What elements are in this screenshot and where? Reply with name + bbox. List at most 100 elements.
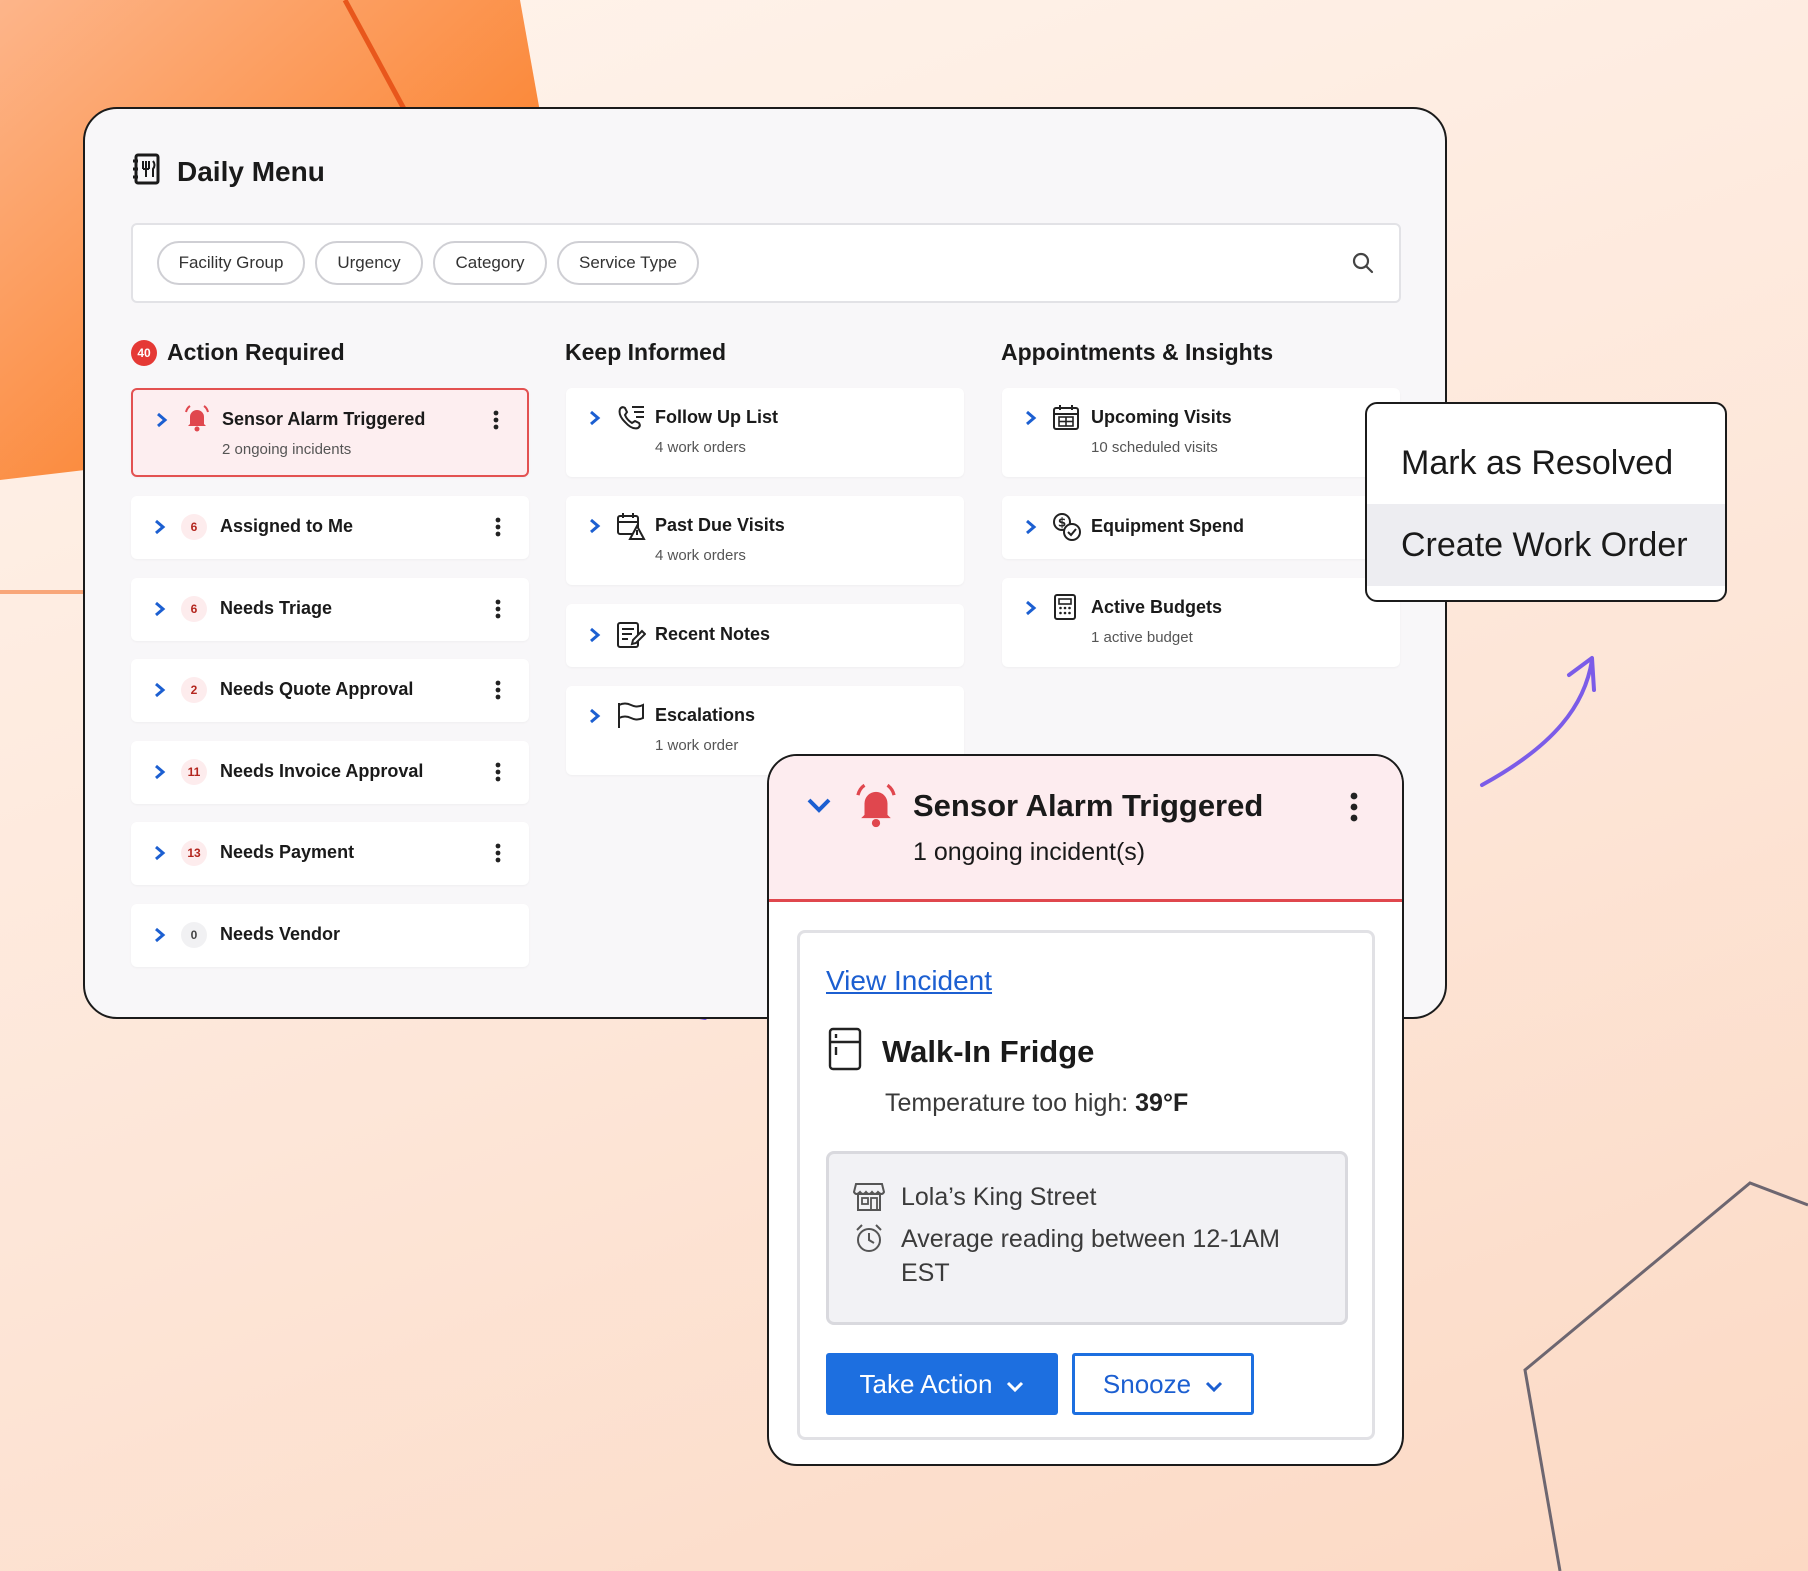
- item-label: Needs Invoice Approval: [220, 761, 424, 781]
- kebab-menu-icon[interactable]: [495, 599, 501, 624]
- panel-header: Daily Menu: [131, 153, 325, 190]
- sensor-alarm-detail-card: Sensor Alarm Triggered 1 ongoing inciden…: [767, 754, 1404, 1466]
- list-item-recent-notes[interactable]: Recent Notes: [566, 604, 964, 667]
- item-subtext: 4 work orders: [655, 439, 746, 456]
- item-label: Past Due Visits: [655, 515, 785, 535]
- chevron-right-icon[interactable]: [588, 409, 602, 432]
- temperature-reading: Temperature too high: 39°F: [885, 1089, 1188, 1118]
- list-item-needs-vendor[interactable]: 0 Needs Vendor: [131, 904, 529, 967]
- temperature-label: Temperature too high:: [885, 1089, 1129, 1117]
- chevron-right-icon[interactable]: [588, 707, 602, 730]
- snooze-button[interactable]: Snooze: [1072, 1353, 1254, 1415]
- item-label: Sensor Alarm Triggered: [222, 409, 426, 429]
- chevron-right-icon[interactable]: [588, 626, 602, 649]
- alarm-bell-icon: [183, 404, 211, 437]
- item-label: Needs Vendor: [220, 924, 341, 944]
- count-badge: 6: [181, 514, 207, 540]
- list-item-needs-triage[interactable]: 6 Needs Triage: [131, 578, 529, 641]
- menu-item-mark-as-resolved[interactable]: Mark as Resolved: [1367, 422, 1725, 504]
- chevron-right-icon[interactable]: [153, 926, 167, 949]
- reading-text: Average reading between 12-1AM EST: [901, 1222, 1280, 1290]
- reading-text-line2: EST: [901, 1259, 950, 1287]
- item-label: Assigned to Me: [220, 516, 354, 536]
- menu-book-icon: [131, 153, 161, 190]
- list-item-past-due-visits[interactable]: Past Due Visits 4 work orders: [566, 496, 964, 585]
- flag-icon: [616, 701, 646, 734]
- count-badge: 2: [181, 677, 207, 703]
- chevron-right-icon[interactable]: [155, 411, 169, 434]
- list-item-upcoming-visits[interactable]: Upcoming Visits 10 scheduled visits: [1002, 388, 1400, 477]
- count-badge: 0: [181, 922, 207, 948]
- item-label: Equipment Spend: [1091, 516, 1244, 536]
- list-item-sensor-alarm[interactable]: Sensor Alarm Triggered 2 ongoing inciden…: [131, 388, 529, 477]
- filter-chip-service-type[interactable]: Service Type: [557, 241, 699, 285]
- chevron-right-icon[interactable]: [153, 681, 167, 704]
- calendar-icon: [1052, 403, 1080, 436]
- chevron-right-icon[interactable]: [1024, 518, 1038, 541]
- view-incident-link[interactable]: View Incident: [826, 965, 992, 997]
- chevron-down-icon: [1205, 1369, 1223, 1400]
- equipment-name: Walk-In Fridge: [882, 1033, 1095, 1069]
- location-name: Lola’s King Street: [901, 1183, 1097, 1211]
- detail-subtitle: 1 ongoing incident(s): [913, 838, 1146, 866]
- context-menu: Mark as Resolved Create Work Order: [1365, 402, 1727, 602]
- chevron-right-icon[interactable]: [588, 517, 602, 540]
- count-badge: 11: [181, 759, 207, 785]
- item-label: Recent Notes: [655, 624, 771, 644]
- list-item-assigned-to-me[interactable]: 6 Assigned to Me: [131, 496, 529, 559]
- kebab-menu-icon[interactable]: [495, 517, 501, 542]
- list-item-needs-payment[interactable]: 13 Needs Payment: [131, 822, 529, 885]
- detail-title: Sensor Alarm Triggered: [913, 788, 1264, 823]
- list-item-needs-invoice-approval[interactable]: 11 Needs Invoice Approval: [131, 741, 529, 804]
- chevron-right-icon[interactable]: [1024, 409, 1038, 432]
- incident-panel: View Incident Walk-In Fridge Temperature…: [797, 930, 1375, 1440]
- chevron-right-icon[interactable]: [153, 763, 167, 786]
- notes-icon: [616, 621, 647, 654]
- count-badge: 6: [181, 596, 207, 622]
- kebab-menu-icon[interactable]: [493, 410, 499, 435]
- kebab-menu-icon[interactable]: [495, 762, 501, 787]
- item-subtext: 4 work orders: [655, 547, 746, 564]
- chevron-right-icon[interactable]: [153, 518, 167, 541]
- detail-header: Sensor Alarm Triggered 1 ongoing inciden…: [769, 756, 1402, 902]
- action-required-count-badge: 40: [131, 339, 157, 366]
- list-item-follow-up-list[interactable]: Follow Up List 4 work orders: [566, 388, 964, 477]
- item-label: Needs Quote Approval: [220, 679, 414, 699]
- item-label: Needs Triage: [220, 598, 333, 618]
- chevron-right-icon[interactable]: [153, 844, 167, 867]
- take-action-button[interactable]: Take Action: [826, 1353, 1058, 1415]
- item-label: Needs Payment: [220, 842, 355, 862]
- count-badge: 13: [181, 840, 207, 866]
- kebab-menu-icon[interactable]: [495, 843, 501, 868]
- chevron-right-icon[interactable]: [1024, 599, 1038, 622]
- snooze-label: Snooze: [1102, 1368, 1192, 1399]
- filter-bar: Facility Group Urgency Category Service …: [131, 223, 1401, 303]
- kebab-menu-icon[interactable]: [1350, 792, 1358, 827]
- search-icon[interactable]: [1351, 251, 1375, 280]
- filter-chip-category[interactable]: Category: [433, 241, 547, 285]
- list-item-needs-quote-approval[interactable]: 2 Needs Quote Approval: [131, 659, 529, 722]
- item-label: Follow Up List: [655, 407, 778, 427]
- alarm-clock-icon: [853, 1222, 885, 1263]
- filter-chip-urgency[interactable]: Urgency: [315, 241, 423, 285]
- section-action-required: 40 Action Required: [131, 339, 345, 366]
- calendar-warning-icon: [616, 511, 646, 546]
- store-icon: [852, 1180, 886, 1221]
- location-row: Lola’s King Street: [852, 1180, 1097, 1221]
- item-label: Escalations: [655, 705, 756, 725]
- chevron-right-icon[interactable]: [153, 600, 167, 623]
- item-label: Upcoming Visits: [1091, 407, 1232, 427]
- section-title-keep-informed: Keep Informed: [565, 339, 727, 365]
- list-item-equipment-spend[interactable]: $ Equipment Spend: [1002, 496, 1400, 559]
- incident-info-box: Lola’s King Street Average reading betwe…: [826, 1151, 1348, 1325]
- temperature-value: 39°F: [1135, 1089, 1189, 1117]
- filter-chip-facility-group[interactable]: Facility Group: [157, 241, 305, 285]
- list-item-active-budgets[interactable]: Active Budgets 1 active budget: [1002, 578, 1400, 667]
- chevron-down-icon[interactable]: [805, 796, 833, 821]
- page-title: Daily Menu: [177, 155, 325, 187]
- fridge-icon: [828, 1027, 862, 1076]
- menu-item-create-work-order[interactable]: Create Work Order: [1367, 504, 1725, 586]
- chevron-down-icon: [1006, 1369, 1024, 1400]
- kebab-menu-icon[interactable]: [495, 680, 501, 705]
- section-title-action-required: Action Required: [167, 339, 345, 365]
